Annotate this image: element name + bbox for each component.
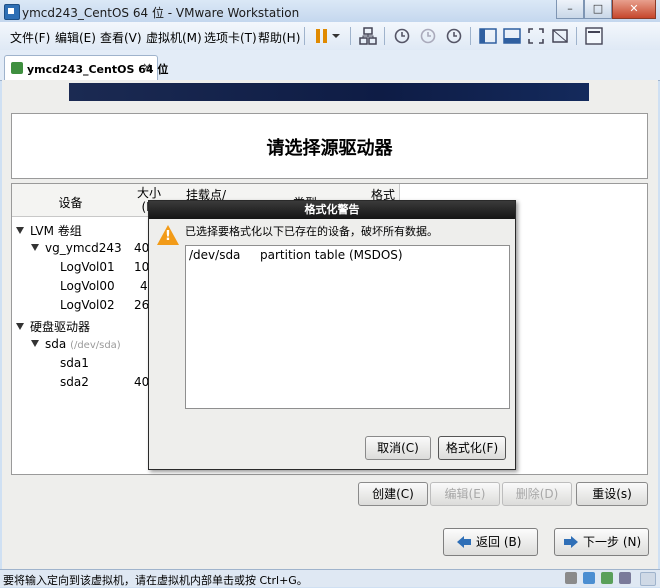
vm-tab-strip: ymcd243_CentOS 64 位 ×: [0, 50, 660, 81]
library-icon[interactable]: [584, 26, 604, 46]
chevron-down-icon[interactable]: [330, 26, 342, 46]
tree-row[interactable]: sda2: [60, 375, 89, 389]
hard-disk-icon[interactable]: [565, 572, 577, 584]
format-warning-dialog: 格式化警告 已选择要格式化以下已存在的设备，破坏所有数据。 /dev/sda p…: [148, 200, 516, 470]
revert-snapshot-icon[interactable]: [418, 26, 438, 46]
vm-tab[interactable]: ymcd243_CentOS 64 位 ×: [4, 55, 168, 81]
dialog-title: 格式化警告: [149, 201, 515, 219]
page-header: 请选择源驱动器: [11, 113, 648, 179]
expander-icon[interactable]: [31, 244, 39, 251]
delete-button[interactable]: 删除(D): [502, 482, 572, 506]
toolbar-separator: [384, 27, 385, 45]
tree-row[interactable]: sda1: [60, 356, 89, 370]
warning-icon: [157, 225, 179, 245]
arrow-left-icon: [457, 536, 471, 548]
toolbar-separator: [304, 27, 305, 45]
row-label: 硬盘驱动器: [30, 320, 91, 334]
snapshot-icon[interactable]: [392, 26, 412, 46]
device-name: /dev/sda: [189, 248, 241, 262]
status-bar: 要将输入定向到该虚拟机，请在虚拟机内部单击或按 Ctrl+G。: [0, 569, 660, 587]
next-button[interactable]: 下一步 (N): [554, 528, 649, 556]
window-titlebar: ymcd243_CentOS 64 位 - VMware Workstation…: [0, 0, 660, 22]
snapshot-manager-icon[interactable]: [444, 26, 464, 46]
menu-file[interactable]: 文件(F): [10, 29, 50, 46]
device-description: partition table (MSDOS): [260, 248, 403, 262]
usb-icon[interactable]: [619, 572, 631, 584]
menu-vm[interactable]: 虚拟机(M): [146, 29, 202, 46]
create-button[interactable]: 创建(C): [358, 482, 428, 506]
expander-icon[interactable]: [16, 323, 24, 330]
console-view-icon[interactable]: [502, 26, 522, 46]
edit-button[interactable]: 编辑(E): [430, 482, 500, 506]
back-button[interactable]: 返回 (B): [443, 528, 538, 556]
dialog-message: 已选择要格式化以下已存在的设备，破坏所有数据。: [185, 225, 438, 238]
expander-icon[interactable]: [16, 227, 24, 234]
row-label: LVM 卷组: [30, 224, 82, 238]
tree-row[interactable]: LogVol01: [60, 260, 115, 274]
network-icon[interactable]: [358, 26, 378, 46]
menu-bar: 文件(F) 编辑(E) 查看(V) 虚拟机(M) 选项卡(T) 帮助(H): [0, 22, 660, 51]
menu-help[interactable]: 帮助(H): [258, 29, 300, 46]
reset-button[interactable]: 重设(s): [576, 482, 648, 506]
close-window-button[interactable]: ✕: [612, 0, 656, 19]
tree-row[interactable]: LogVol02: [60, 298, 115, 312]
expander-icon[interactable]: [31, 340, 39, 347]
device-list[interactable]: /dev/sda partition table (MSDOS): [185, 245, 510, 409]
resize-grip-icon[interactable]: [640, 572, 656, 586]
installer-banner: [69, 83, 589, 101]
back-button-label: 返回 (B): [476, 535, 522, 549]
row-label: vg_ymcd243: [45, 241, 122, 255]
format-button[interactable]: 格式化(F): [438, 436, 506, 460]
tree-row[interactable]: LVM 卷组: [16, 222, 82, 239]
maximize-button[interactable]: □: [584, 0, 612, 19]
tree-row[interactable]: vg_ymcd243: [31, 241, 122, 255]
minimize-button[interactable]: –: [556, 0, 584, 19]
close-tab-icon[interactable]: ×: [142, 60, 152, 74]
vmware-app-icon: [4, 4, 20, 20]
toolbar-separator: [576, 27, 577, 45]
toolbar-separator: [470, 27, 471, 45]
cdrom-icon[interactable]: [583, 572, 595, 584]
window-title: ymcd243_CentOS 64 位 - VMware Workstation: [22, 6, 300, 20]
menu-view[interactable]: 查看(V): [100, 29, 142, 46]
toolbar-separator: [350, 27, 351, 45]
sidebar-view-icon[interactable]: [478, 26, 498, 46]
menu-tabs[interactable]: 选项卡(T): [204, 29, 257, 46]
pause-icon[interactable]: [312, 26, 332, 46]
fullscreen-icon[interactable]: [526, 26, 546, 46]
network-adapter-icon[interactable]: [601, 572, 613, 584]
next-button-label: 下一步 (N): [583, 535, 642, 549]
row-label: sda: [45, 337, 67, 351]
tree-row[interactable]: 硬盘驱动器: [16, 318, 90, 335]
tree-row[interactable]: LogVol00: [60, 279, 115, 293]
cancel-button[interactable]: 取消(C): [365, 436, 431, 460]
column-header-device[interactable]: 设备: [12, 184, 130, 217]
menu-edit[interactable]: 编辑(E): [55, 29, 96, 46]
vm-icon: [11, 62, 23, 74]
row-device-path: (/dev/sda): [70, 340, 121, 351]
arrow-right-icon: [564, 536, 578, 548]
page-title: 请选择源驱动器: [266, 138, 393, 159]
window-controls: – □ ✕: [556, 0, 656, 19]
unity-icon[interactable]: [550, 26, 570, 46]
tree-row[interactable]: sda (/dev/sda): [31, 337, 121, 351]
